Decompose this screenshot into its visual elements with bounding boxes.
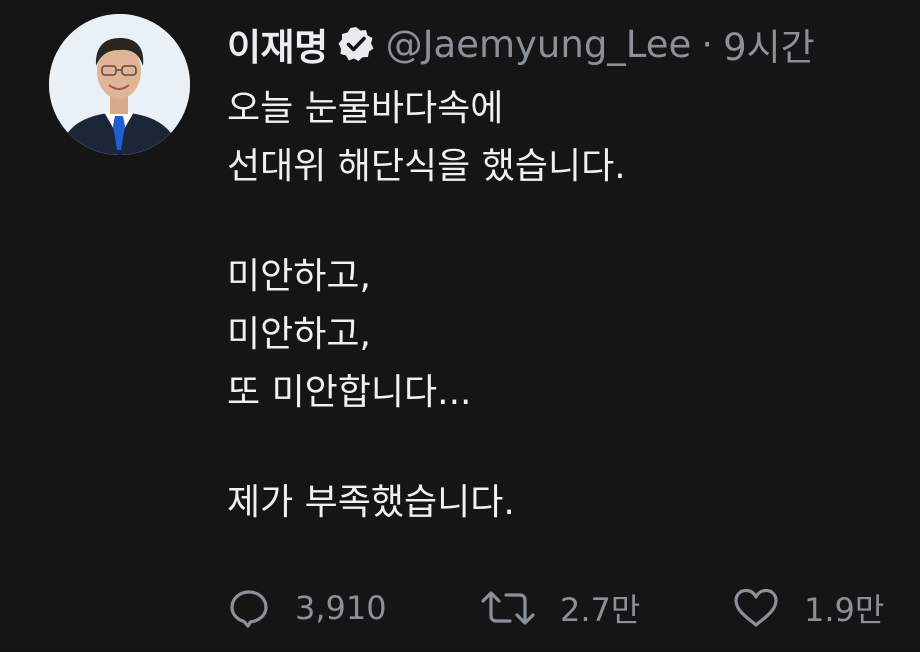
retweet-count: 2.7만	[560, 591, 641, 629]
retweet-arrows-icon	[480, 586, 536, 630]
speech-bubble-icon	[227, 586, 271, 630]
tweet-text: 오늘 눈물바다속에 선대위 해단식을 했습니다. 미안하고, 미안하고, 또 미…	[227, 80, 626, 532]
display-name[interactable]: 이재명	[227, 17, 328, 71]
reply-count: 3,910	[295, 589, 387, 627]
heart-icon	[732, 586, 780, 630]
avatar-photo	[49, 14, 190, 155]
tweet-actions-bar: 3,910 2.7만 1.9만	[227, 583, 907, 633]
tweet-text-line: 제가 부족했습니다.	[227, 482, 515, 523]
tweet-text-line: 미안하고,	[227, 256, 371, 297]
tweet-timestamp[interactable]: 9시간	[723, 17, 815, 71]
retweet-button[interactable]: 2.7만	[480, 583, 640, 633]
tweet-text-line: 선대위 해단식을 했습니다.	[227, 146, 626, 187]
tweet-text-line: 또 미안합니다...	[227, 372, 472, 413]
meta-separator: ·	[701, 22, 714, 66]
tweet-header: 이재명 @Jaemyung_Lee · 9시간	[227, 18, 815, 70]
like-button[interactable]: 1.9만	[732, 583, 884, 633]
tweet-text-line: 미안하고,	[227, 314, 371, 355]
verified-badge-icon	[336, 24, 376, 64]
tweet-text-line: 오늘 눈물바다속에	[227, 88, 504, 129]
author-avatar[interactable]	[49, 14, 190, 155]
like-count: 1.9만	[804, 591, 885, 629]
author-handle[interactable]: @Jaemyung_Lee	[386, 23, 692, 66]
reply-button[interactable]: 3,910	[227, 583, 387, 633]
